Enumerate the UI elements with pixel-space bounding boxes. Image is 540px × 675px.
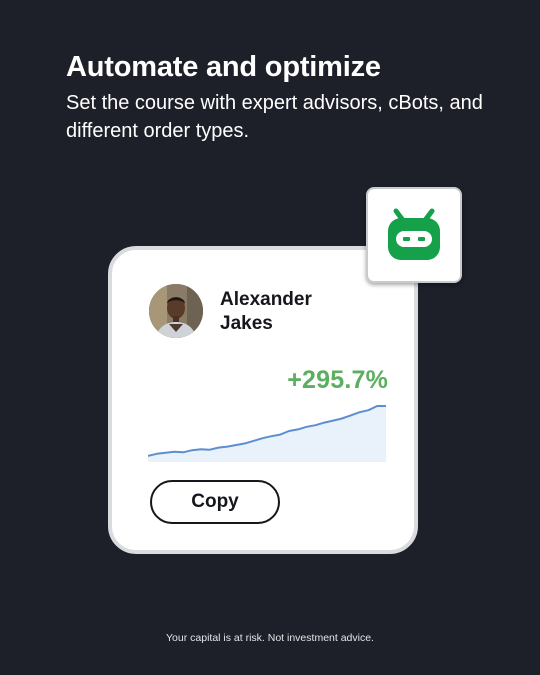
robot-icon: [388, 208, 440, 260]
page-title: Automate and optimize: [66, 51, 381, 83]
trader-name[interactable]: Alexander Jakes: [220, 288, 360, 336]
sparkline-area: [148, 406, 386, 462]
return-sparkline: [148, 405, 386, 462]
return-percentage: +295.7%: [287, 366, 388, 394]
page-subtitle: Set the course with expert advisors, cBo…: [66, 92, 483, 142]
copy-button[interactable]: Copy: [150, 480, 280, 524]
trader-card: Alexander Jakes +295.7% Copy: [108, 246, 418, 554]
cbot-badge[interactable]: [366, 187, 462, 283]
trader-avatar: [149, 284, 203, 338]
risk-disclaimer: Your capital is at risk. Not investment …: [166, 632, 374, 644]
